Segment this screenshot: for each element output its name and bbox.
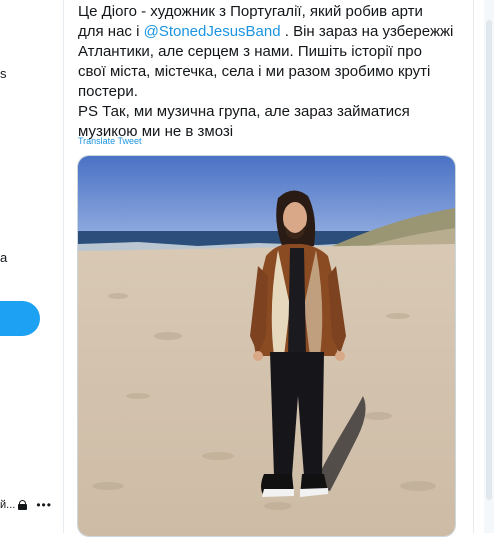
tweet-line: PS Так, ми музична група, але зараз займ…: [78, 103, 410, 120]
column-divider: [473, 0, 474, 533]
sidebar-text-fragment[interactable]: s: [0, 66, 7, 81]
more-dots-icon[interactable]: •••: [36, 498, 52, 512]
beach-photo: [78, 156, 455, 536]
translate-tweet-link[interactable]: Translate Tweet: [78, 136, 142, 146]
account-switcher[interactable]: й... •••: [0, 498, 52, 512]
tweet-line: Це Діого - художник з Португалії, який р…: [78, 3, 423, 20]
sidebar-text-fragment[interactable]: a: [0, 250, 7, 265]
mention-link[interactable]: @StonedJesusBand: [144, 23, 281, 40]
tweet-line: Атлантики, але серцем з нами. Пишіть іст…: [78, 43, 422, 60]
column-divider: [63, 0, 64, 533]
tweet-text-segment: для нас і: [78, 23, 144, 40]
tweet-line: для нас і @StonedJesusBand . Він зараз н…: [78, 22, 463, 42]
tweet-text: Це Діого - художник з Португалії, який р…: [78, 2, 463, 142]
left-sidebar: s a й... •••: [0, 0, 60, 533]
account-name-fragment: й...: [0, 499, 16, 511]
tweet-photo[interactable]: [77, 155, 456, 537]
lock-icon: [18, 500, 28, 510]
tweet-line: свої міста, містечка, села і ми разом зр…: [78, 63, 431, 80]
tweet-button[interactable]: [0, 301, 40, 336]
tweet-text-segment: . Він зараз на узбережжі: [280, 23, 454, 40]
scrollbar-thumb[interactable]: [486, 20, 492, 500]
tweet-line: постери.: [78, 83, 138, 100]
